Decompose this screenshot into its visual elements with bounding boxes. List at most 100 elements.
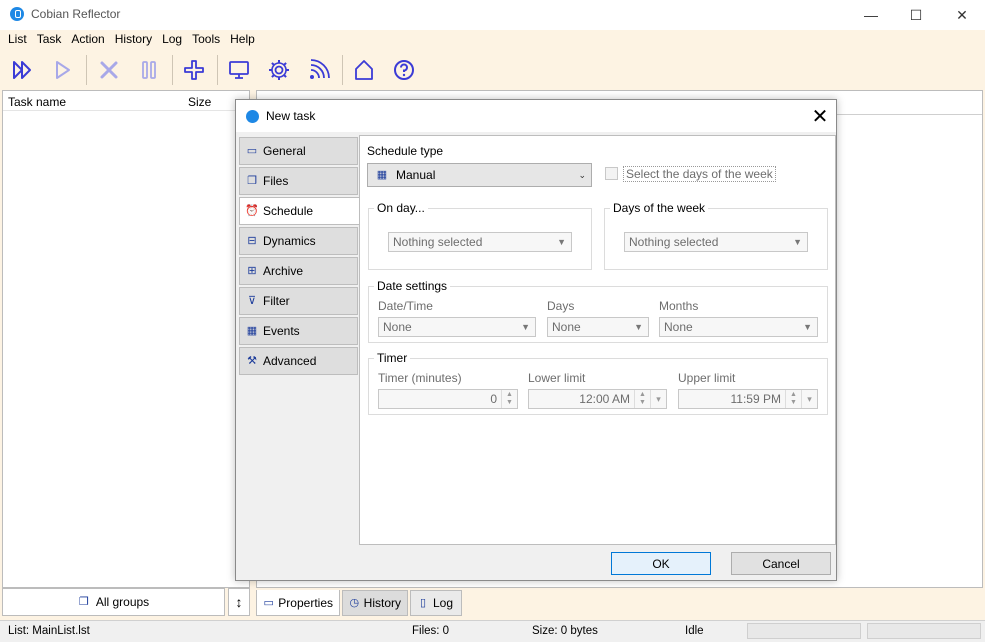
add-task-icon[interactable] (181, 57, 207, 83)
tab-schedule[interactable]: ⏰ Schedule (239, 197, 360, 225)
close-button[interactable]: ✕ (939, 0, 985, 30)
toolbar-separator (217, 55, 218, 85)
tab-dynamics-label: Dynamics (263, 234, 316, 248)
dialog-close-icon[interactable]: ✕ (808, 104, 832, 128)
chevron-down-icon: ▼ (803, 322, 812, 332)
menu-list[interactable]: List (8, 30, 27, 50)
on-day-dropdown[interactable]: Nothing selected ▼ (388, 232, 572, 252)
timer-title: Timer (374, 351, 411, 365)
upper-limit-spinner[interactable]: 11:59 PM ▲ ▼ ▾ (678, 389, 818, 409)
app-logo-icon (10, 7, 24, 21)
remote-icon[interactable] (306, 57, 332, 83)
wrench-icon: ⚒ (247, 355, 257, 367)
column-task-name[interactable]: Task name (8, 95, 66, 109)
alarm-clock-icon: ⏰ (245, 205, 259, 217)
settings-icon[interactable] (266, 57, 292, 83)
timer-group: Timer Timer (minutes) 0 ▲ ▼ Lower limit 1… (368, 351, 828, 415)
on-day-group: On day... Nothing selected ▼ (368, 201, 592, 270)
home-icon[interactable] (351, 57, 377, 83)
menu-help[interactable]: Help (230, 30, 255, 50)
status-bar: List: MainList.lst Files: 0 Size: 0 byte… (0, 620, 985, 642)
on-day-title: On day... (374, 201, 428, 215)
tab-archive[interactable]: ⊞ Archive (239, 257, 358, 285)
spin-up-down-icon[interactable]: ▲ ▼ (501, 390, 517, 408)
tab-history[interactable]: ◷ History (342, 590, 408, 616)
run-icon[interactable] (50, 57, 76, 83)
sort-button[interactable]: ↕ (228, 588, 250, 616)
groups-icon: ❐ (78, 596, 89, 608)
toolbar (0, 50, 985, 90)
schedule-panel: Schedule type ▦ Manual ⌄ Select the days… (359, 135, 836, 545)
spin-up-down-icon[interactable]: ▲ ▼ (785, 390, 801, 408)
select-days-label: Select the days of the week (623, 166, 776, 182)
spin-up-down-icon[interactable]: ▲ ▼ (634, 390, 650, 408)
months-value: None (664, 320, 693, 334)
files-icon: ❐ (247, 175, 257, 187)
chevron-down-icon: ▼ (557, 237, 566, 247)
tab-log[interactable]: ▯ Log (410, 590, 462, 616)
cancel-button[interactable]: Cancel (731, 552, 831, 575)
toolbar-separator (86, 55, 87, 85)
tab-filter-label: Filter (263, 294, 290, 308)
tab-dynamics[interactable]: ⊟ Dynamics (239, 227, 358, 255)
monitor-icon[interactable] (226, 57, 252, 83)
select-days-checkbox[interactable] (605, 167, 618, 180)
dialog-app-icon (246, 110, 259, 123)
months-dropdown[interactable]: None ▼ (659, 317, 818, 337)
tab-files[interactable]: ❐ Files (239, 167, 358, 195)
help-icon[interactable] (391, 57, 417, 83)
tab-files-label: Files (263, 174, 289, 188)
date-time-value: None (383, 320, 412, 334)
timer-minutes-label: Timer (minutes) (378, 371, 462, 385)
date-time-dropdown[interactable]: None ▼ (378, 317, 536, 337)
timer-minutes-spinner[interactable]: 0 ▲ ▼ (378, 389, 518, 409)
schedule-type-dropdown[interactable]: ▦ Manual ⌄ (367, 163, 592, 187)
chevron-down-icon: ▼ (634, 322, 643, 332)
on-day-value: Nothing selected (393, 235, 483, 249)
upper-limit-label: Upper limit (678, 371, 736, 385)
menu-action[interactable]: Action (71, 30, 104, 50)
menu-tools[interactable]: Tools (192, 30, 220, 50)
pause-icon[interactable] (136, 57, 162, 83)
schedule-type-value: Manual (396, 168, 436, 182)
properties-icon: ▭ (263, 596, 274, 609)
chevron-down-icon: ⌄ (578, 170, 586, 180)
days-dropdown[interactable]: None ▼ (547, 317, 649, 337)
tab-schedule-label: Schedule (263, 204, 314, 218)
tab-events[interactable]: ▦ Events (239, 317, 358, 345)
menu-log[interactable]: Log (162, 30, 182, 50)
status-state: Idle (685, 625, 704, 637)
tab-filter[interactable]: ⊽ Filter (239, 287, 358, 315)
tab-general-label: General (263, 144, 306, 158)
tab-advanced[interactable]: ⚒ Advanced (239, 347, 358, 375)
column-size[interactable]: Size (188, 95, 211, 109)
stop-icon[interactable] (96, 57, 122, 83)
menu-task[interactable]: Task (37, 30, 62, 50)
days-label: Days (547, 299, 575, 313)
menu-history[interactable]: History (115, 30, 152, 50)
tab-properties[interactable]: ▭ Properties (256, 590, 340, 616)
calendar-icon: ▦ (376, 169, 388, 181)
chevron-down-icon[interactable]: ▾ (801, 390, 817, 408)
date-settings-group: Date settings Date/Time None ▼ Days None… (368, 279, 828, 343)
days-value: None (552, 320, 581, 334)
tab-archive-label: Archive (263, 264, 304, 278)
run-all-icon[interactable] (10, 57, 36, 83)
chevron-down-icon[interactable]: ▾ (650, 390, 666, 408)
status-list: List: MainList.lst (8, 625, 90, 637)
history-icon: ◷ (349, 597, 360, 609)
tab-general[interactable]: ▭ General (239, 137, 358, 165)
task-list-pane[interactable]: Task name Size (2, 90, 250, 588)
menu-bar: List Task Action History Log Tools Help (0, 30, 985, 50)
minimize-button[interactable]: — (848, 0, 894, 30)
days-of-week-dropdown[interactable]: Nothing selected ▼ (624, 232, 808, 252)
tab-log-label: Log (433, 596, 454, 610)
dialog-title: New task (266, 109, 316, 123)
ok-button[interactable]: OK (611, 552, 711, 575)
maximize-button[interactable]: ☐ (893, 0, 939, 30)
lower-limit-value: 12:00 AM (579, 392, 630, 406)
general-icon: ▭ (246, 145, 258, 157)
all-groups-button[interactable]: ❐ All groups (2, 588, 225, 616)
lower-limit-spinner[interactable]: 12:00 AM ▲ ▼ ▾ (528, 389, 667, 409)
tab-events-label: Events (263, 324, 300, 338)
